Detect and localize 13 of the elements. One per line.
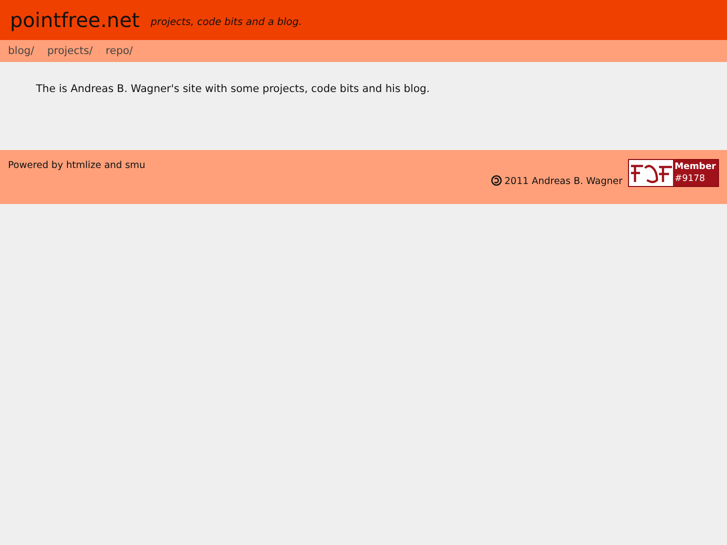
logo-icon <box>628 160 673 186</box>
copyleft-icon <box>490 175 502 186</box>
nav-link[interactable]: blog/ <box>8 45 34 57</box>
powered-by-text: Powered by htmlize and smu <box>8 160 146 173</box>
nav-link[interactable]: repo/ <box>106 45 133 57</box>
member-badge[interactable]: Member #9178 <box>628 159 719 187</box>
badge-label: Member <box>674 161 716 173</box>
nav-link[interactable]: projects/ <box>47 45 93 57</box>
copyright-text: 2011 Andreas B. Wagner <box>504 176 623 187</box>
tagline: projects, code bits and a blog. <box>150 16 302 28</box>
member-number: #9178 <box>674 173 706 185</box>
site-title[interactable]: pointfree.net <box>10 8 140 32</box>
intro-text: The is Andreas B. Wagner's site with some projects, code bits and his blog. <box>35 82 431 97</box>
